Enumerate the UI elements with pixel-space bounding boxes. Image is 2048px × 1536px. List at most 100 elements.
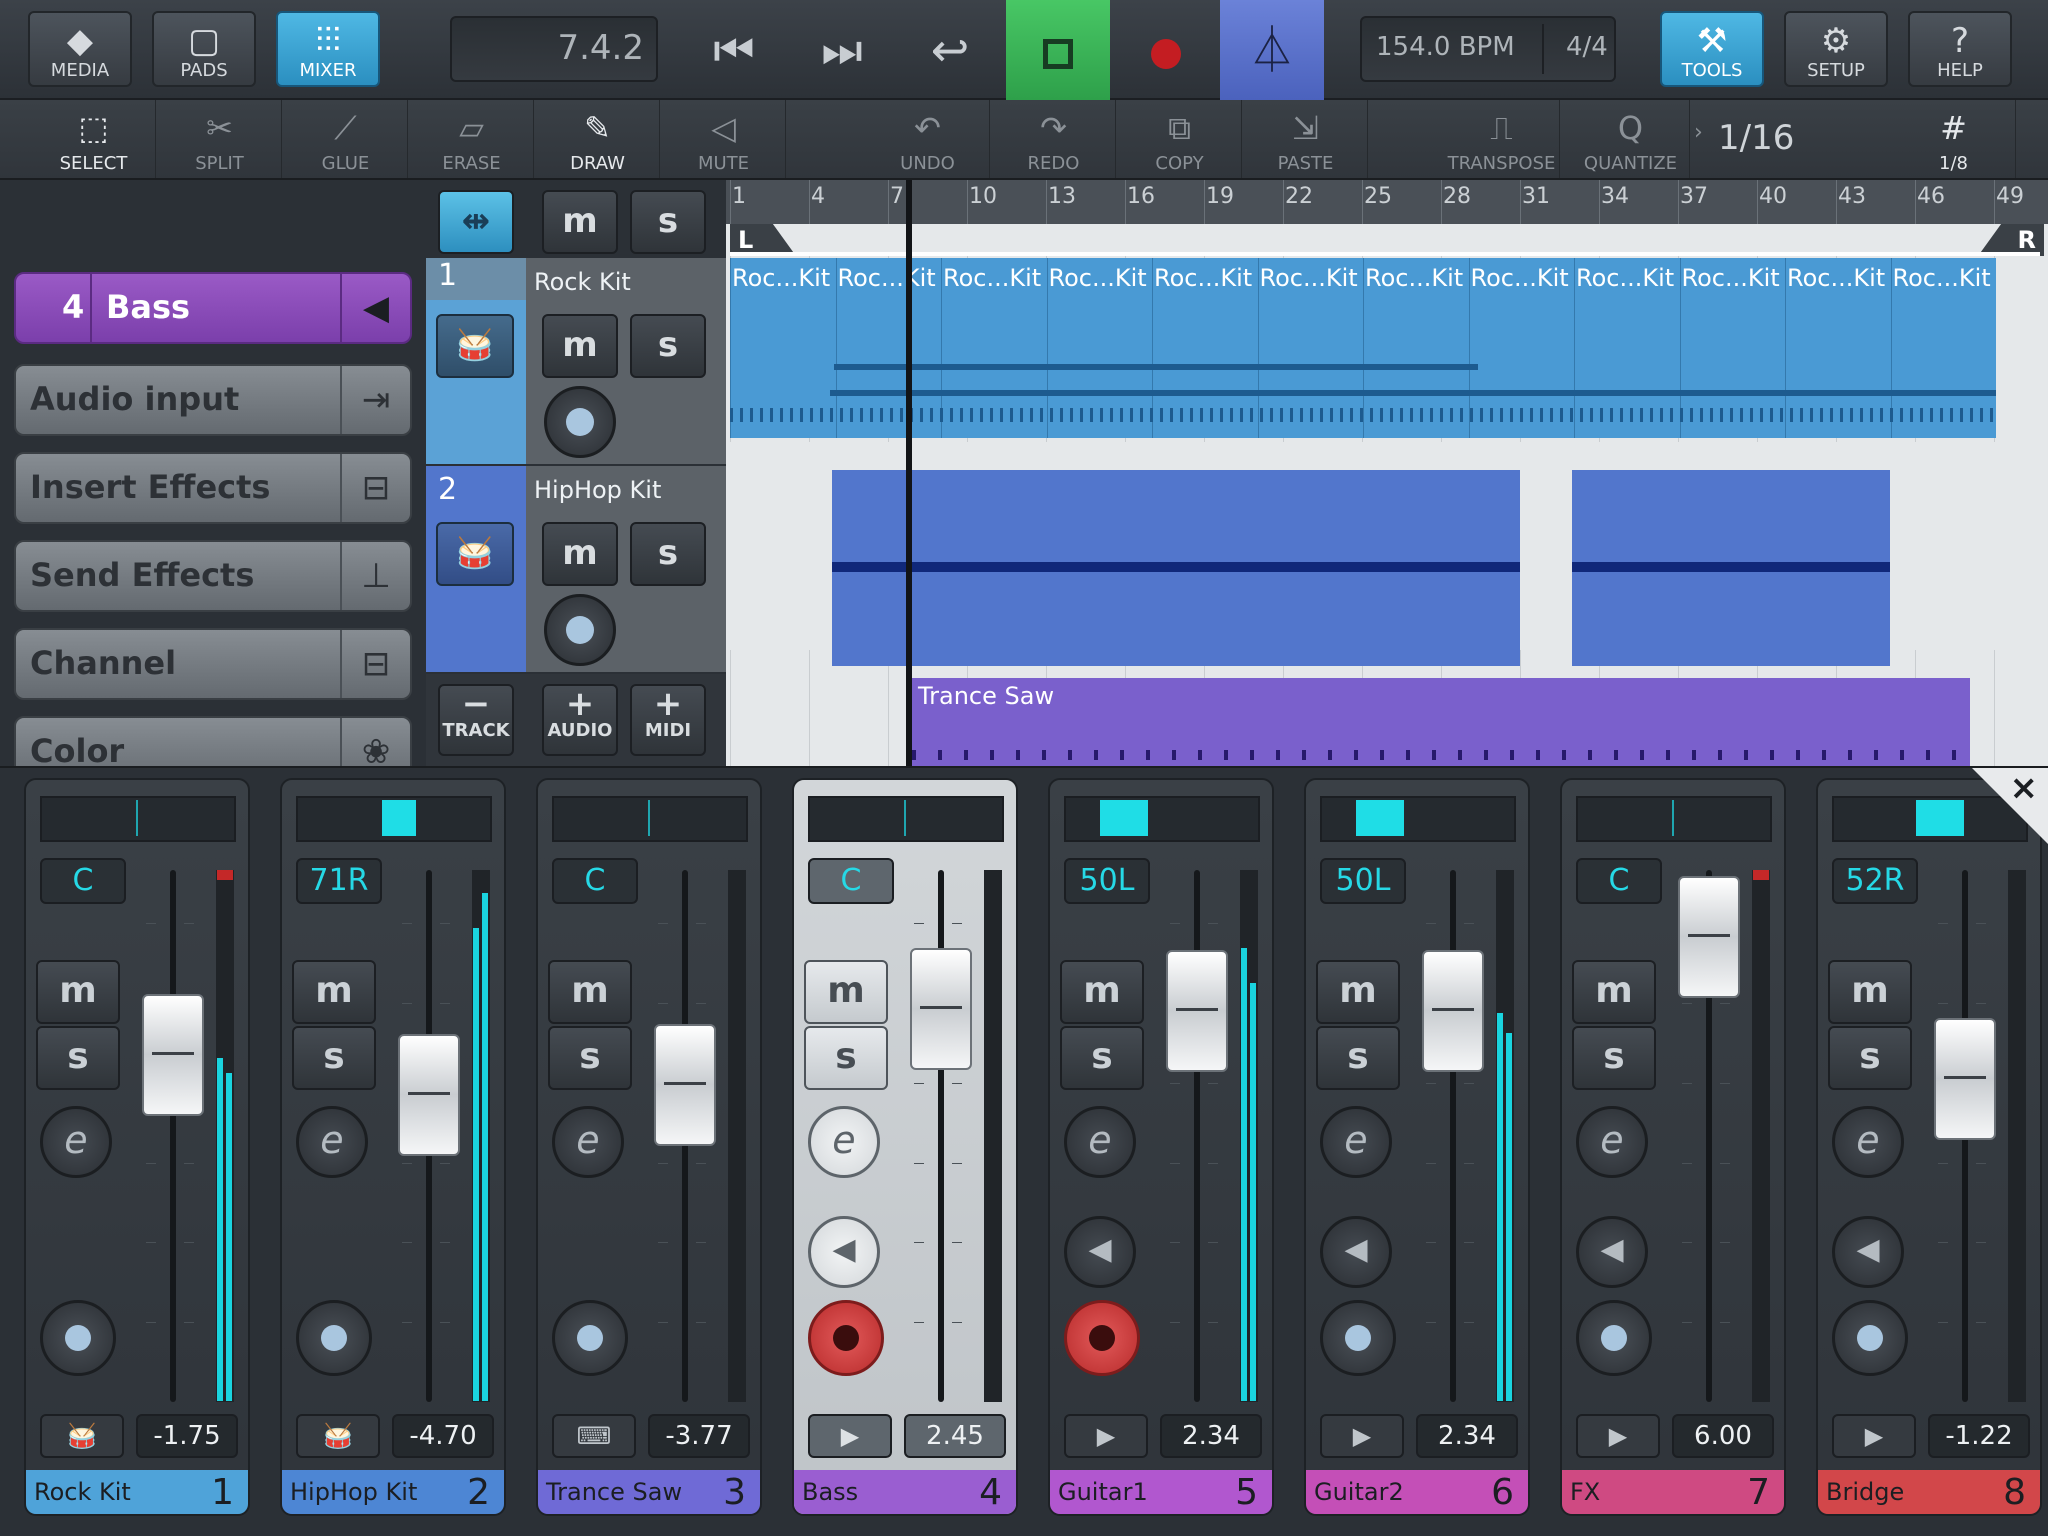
hiphop-kit-region[interactable]: [1572, 470, 1890, 666]
channel-name-bar[interactable]: HipHop Kit 2: [282, 1470, 504, 1514]
mute-button[interactable]: m: [548, 960, 632, 1024]
position-display[interactable]: 7.4.2: [450, 16, 658, 82]
copy-button[interactable]: ⧉ COPY: [1118, 100, 1242, 178]
channel-name-bar[interactable]: Bridge 8: [1818, 1470, 2040, 1514]
solo-button[interactable]: s: [548, 1026, 632, 1090]
mute-button[interactable]: m: [1572, 960, 1656, 1024]
channel-name-bar[interactable]: FX 7: [1562, 1470, 1784, 1514]
media-button[interactable]: ◆ MEDIA: [28, 11, 132, 87]
monitor-button[interactable]: ◀: [1064, 1216, 1136, 1288]
send-effects-row[interactable]: Send Effects ⊥: [14, 540, 412, 612]
cycle-button[interactable]: ↩: [898, 0, 1002, 100]
erase-tool[interactable]: ▱ ERASE: [410, 100, 534, 178]
monitor-button[interactable]: ◀: [1576, 1216, 1648, 1288]
volume-fader[interactable]: [398, 1034, 460, 1156]
solo-button[interactable]: s: [804, 1026, 888, 1090]
edit-channel-button[interactable]: e: [552, 1106, 624, 1178]
output-button[interactable]: ▶: [1832, 1414, 1916, 1458]
track-header-2[interactable]: 🥁 2 HipHop Kit m s: [426, 466, 726, 672]
mute-button[interactable]: m: [1316, 960, 1400, 1024]
channel-strip[interactable]: Cm s e ◀ ▶ 6.00 FX 7: [1560, 778, 1786, 1516]
output-button[interactable]: 🥁: [40, 1414, 124, 1458]
volume-value[interactable]: -3.77: [648, 1414, 750, 1458]
track-mute-button[interactable]: m: [542, 522, 618, 586]
channel-name-bar[interactable]: Guitar2 6: [1306, 1470, 1528, 1514]
mixer-button[interactable]: ⫶⫶⫶ MIXER: [276, 11, 380, 87]
volume-value[interactable]: 2.34: [1160, 1414, 1262, 1458]
track-header-1[interactable]: 🥁 1 Rock Kit m s: [426, 258, 726, 464]
metronome-button[interactable]: ⏃: [1220, 0, 1324, 100]
track-record-button[interactable]: [544, 594, 616, 666]
volume-fader[interactable]: [1934, 1018, 1996, 1140]
volume-value[interactable]: 6.00: [1672, 1414, 1774, 1458]
split-tool[interactable]: ✂ SPLIT: [158, 100, 282, 178]
global-solo-button[interactable]: s: [630, 190, 706, 254]
record-arm-button[interactable]: [40, 1300, 116, 1376]
mute-button[interactable]: m: [36, 960, 120, 1024]
track-height-button[interactable]: ⇹: [438, 190, 514, 254]
mute-button[interactable]: m: [804, 960, 888, 1024]
rewind-to-start-button[interactable]: ⏮: [682, 0, 786, 100]
pan-control[interactable]: 50L: [1064, 858, 1150, 904]
edit-channel-button[interactable]: e: [1064, 1106, 1136, 1178]
playhead[interactable]: [906, 180, 912, 766]
setup-button[interactable]: ⚙ SETUP: [1784, 11, 1888, 87]
tools-button[interactable]: ⚒ TOOLS: [1660, 11, 1764, 87]
record-arm-button[interactable]: [808, 1300, 884, 1376]
solo-button[interactable]: s: [1572, 1026, 1656, 1090]
pan-control[interactable]: 50L: [1320, 858, 1406, 904]
rock-kit-region[interactable]: Roc...Kit Roc...Kit Roc...Kit Roc...Kit Roc.…: [730, 258, 1996, 438]
mute-button[interactable]: m: [292, 960, 376, 1024]
timeline-ruler[interactable]: 1 4 7 10 13 16 19 22 25 28 31 34 37 40 43 46 49 L R: [726, 180, 2048, 256]
add-audio-track-button[interactable]: + AUDIO: [542, 684, 618, 756]
volume-fader[interactable]: [654, 1024, 716, 1146]
record-arm-button[interactable]: [1832, 1300, 1908, 1376]
global-mute-button[interactable]: m: [542, 190, 618, 254]
edit-channel-button[interactable]: e: [808, 1106, 880, 1178]
edit-channel-button[interactable]: e: [296, 1106, 368, 1178]
solo-button[interactable]: s: [1316, 1026, 1400, 1090]
inspector-selected-track[interactable]: 4 Bass ◀: [14, 272, 412, 344]
channel-name-bar[interactable]: Guitar1 5: [1050, 1470, 1272, 1514]
stop-button[interactable]: [1006, 0, 1110, 100]
collapse-icon[interactable]: ◀: [340, 274, 410, 342]
track-record-button[interactable]: [544, 386, 616, 458]
volume-value[interactable]: -1.22: [1928, 1414, 2030, 1458]
volume-fader[interactable]: [1422, 950, 1484, 1072]
pan-control[interactable]: 71R: [296, 858, 382, 904]
remove-track-button[interactable]: − TRACK: [438, 684, 514, 756]
track-mute-button[interactable]: m: [542, 314, 618, 378]
pan-control[interactable]: C: [552, 858, 638, 904]
pan-control[interactable]: C: [40, 858, 126, 904]
solo-button[interactable]: s: [1828, 1026, 1912, 1090]
pan-control[interactable]: C: [1576, 858, 1662, 904]
record-button[interactable]: [1114, 0, 1218, 100]
add-midi-track-button[interactable]: + MIDI: [630, 684, 706, 756]
record-arm-button[interactable]: [1064, 1300, 1140, 1376]
output-button[interactable]: ▶: [1320, 1414, 1404, 1458]
mute-button[interactable]: m: [1828, 960, 1912, 1024]
channel-name-bar[interactable]: Trance Saw 3: [538, 1470, 760, 1514]
grid-button[interactable]: #1/8: [1892, 100, 2016, 178]
channel-name-bar[interactable]: Rock Kit 1: [26, 1470, 248, 1514]
monitor-button[interactable]: ◀: [808, 1216, 880, 1288]
record-arm-button[interactable]: [1576, 1300, 1652, 1376]
transpose-button[interactable]: ⎍ TRANSPOSE: [1444, 100, 1560, 178]
paste-button[interactable]: ⇲ PASTE: [1244, 100, 1368, 178]
solo-button[interactable]: s: [292, 1026, 376, 1090]
undo-button[interactable]: ↶ UNDO: [866, 100, 990, 178]
solo-button[interactable]: s: [1060, 1026, 1144, 1090]
volume-fader[interactable]: [1678, 876, 1740, 998]
track-solo-button[interactable]: s: [630, 522, 706, 586]
channel-row[interactable]: Channel ⊟: [14, 628, 412, 700]
insert-effects-row[interactable]: Insert Effects ⊟: [14, 452, 412, 524]
output-button[interactable]: ▶: [808, 1414, 892, 1458]
quantize-value[interactable]: 1/16: [1718, 118, 1794, 158]
channel-strip[interactable]: Cm s e ◀ ▶ 2.45 Bass 4: [792, 778, 1018, 1516]
volume-fader[interactable]: [142, 994, 204, 1116]
record-arm-button[interactable]: [296, 1300, 372, 1376]
pads-button[interactable]: ▢ PADS: [152, 11, 256, 87]
track-solo-button[interactable]: s: [630, 314, 706, 378]
trance-saw-region[interactable]: Trance Saw: [912, 678, 1970, 766]
drum-icon[interactable]: 🥁: [436, 314, 514, 378]
